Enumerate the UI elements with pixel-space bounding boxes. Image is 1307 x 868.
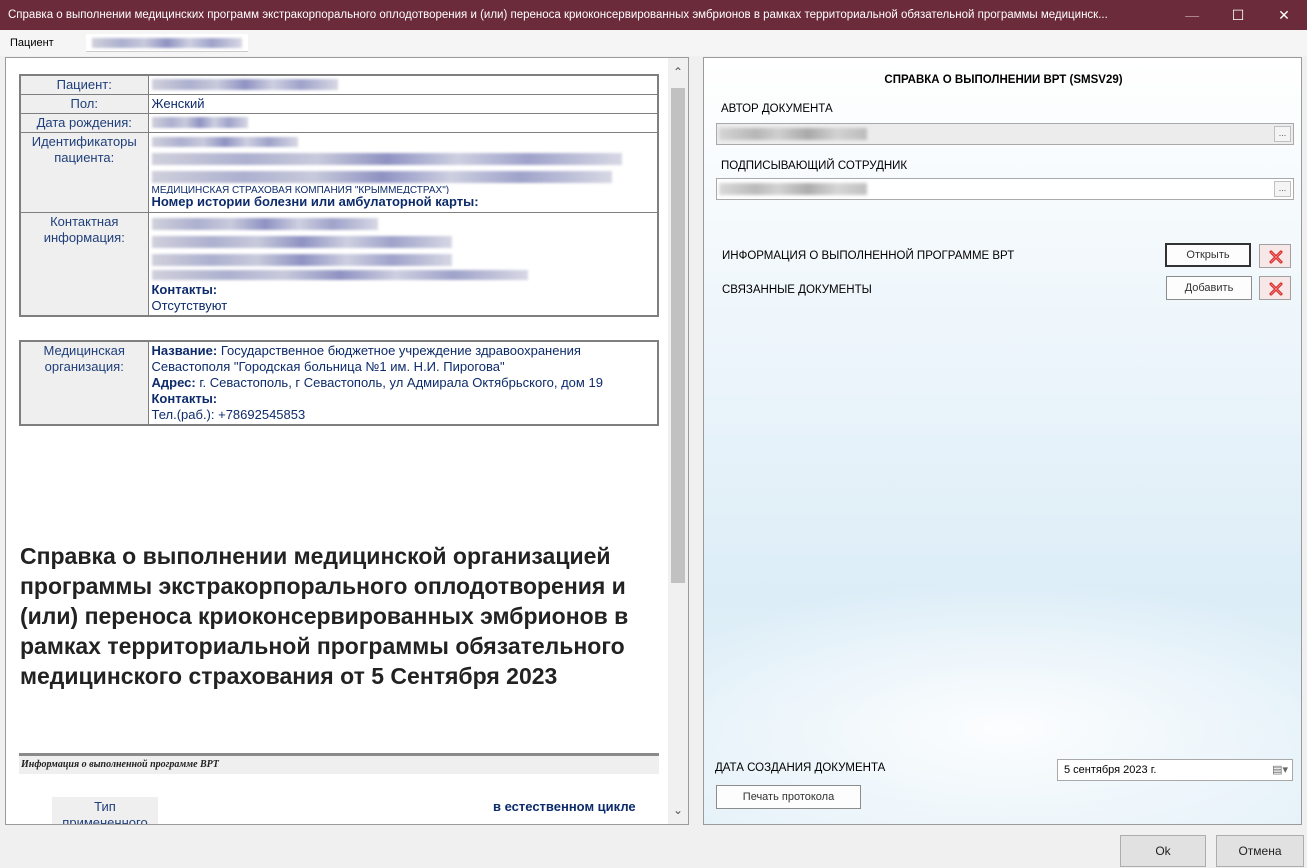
delete-icon [1269, 250, 1283, 264]
scroll-down-icon[interactable]: ⌄ [668, 800, 688, 820]
contacts-label: Контакты: [151, 282, 218, 297]
dob-label: Дата рождения: [19, 113, 149, 133]
window-titlebar: Справка о выполнении медицинских програм… [0, 0, 1307, 30]
art-info-label: ИНФОРМАЦИЯ О ВЫПОЛНЕННОЙ ПРОГРАММЕ ВРТ [722, 250, 1015, 262]
delete-icon [1269, 282, 1283, 296]
patient-tab-row: Пациент [0, 30, 1307, 56]
type-label: Тип примененного [52, 797, 158, 824]
close-icon[interactable]: ✕ [1261, 0, 1307, 30]
section-title: Информация о выполненной программе ВРТ [19, 756, 659, 774]
form-heading: СПРАВКА О ВЫПОЛНЕНИИ ВРТ (SMSV29) [884, 74, 1123, 86]
patient-label: Пациент: [19, 74, 149, 95]
related-docs-label: СВЯЗАННЫЕ ДОКУМЕНТЫ [722, 284, 872, 296]
ids-partial: МЕДИЦИНСКАЯ СТРАХОВАЯ КОМПАНИЯ "КРЫММЕДС… [151, 185, 450, 194]
print-protocol-button[interactable]: Печать протокола [716, 785, 861, 809]
scroll-thumb[interactable] [671, 88, 685, 583]
type-value: в естественном цикле [493, 799, 636, 814]
org-value: Название: Государственное бюджетное учре… [147, 340, 659, 426]
sex-value: Женский [147, 94, 659, 114]
document-title: Справка о выполнении медицинской организ… [20, 543, 629, 689]
contact-info-label: Контактная информация: [19, 212, 149, 317]
date-picker[interactable]: 5 сентября 2023 г. ▤▾ [1057, 759, 1293, 781]
ids-label: Идентификаторы пациента: [19, 132, 149, 213]
maximize-icon[interactable]: ☐ [1215, 0, 1261, 30]
org-name-label: Название: [151, 343, 218, 358]
organization-table: Медицинская организация: Название: Госуд… [19, 340, 659, 426]
org-phone: Тел.(раб.): +78692545853 [151, 407, 306, 422]
patient-name-field[interactable] [86, 34, 248, 52]
signer-label: ПОДПИСЫВАЮЩИЙ СОТРУДНИК [721, 160, 908, 172]
history-label: Номер истории болезни или амбулаторной к… [151, 194, 479, 209]
open-button[interactable]: Открыть [1165, 243, 1251, 267]
contact-info-value: Контакты: Отсутствуют [147, 212, 659, 317]
add-button[interactable]: Добавить [1166, 276, 1252, 300]
dob-value [147, 113, 659, 133]
ok-button[interactable]: Ok [1120, 835, 1206, 867]
signer-ellipsis-button[interactable]: ... [1274, 181, 1291, 197]
scroll-up-icon[interactable]: ⌃ [668, 62, 688, 82]
org-contacts-label: Контакты: [151, 391, 218, 406]
signer-field[interactable]: ... [716, 178, 1294, 200]
date-label: ДАТА СОЗДАНИЯ ДОКУМЕНТА [715, 762, 886, 774]
date-value: 5 сентября 2023 г. [1064, 764, 1157, 776]
org-address-value: г. Севастополь, г Севастополь, ул Адмира… [199, 375, 603, 390]
author-label: АВТОР ДОКУМЕНТА [721, 103, 833, 115]
patient-tab-label: Пациент [10, 37, 54, 49]
window-title: Справка о выполнении медицинских програм… [8, 9, 1108, 21]
org-address-label: Адрес: [151, 375, 196, 390]
author-field[interactable]: ... [716, 123, 1294, 145]
ids-value: МЕДИЦИНСКАЯ СТРАХОВАЯ КОМПАНИЯ "КРЫММЕДС… [147, 132, 659, 213]
sex-label: Пол: [19, 94, 149, 114]
document-preview[interactable]: Пациент: Пол: Женский Дата рождения: Иде… [5, 57, 689, 825]
calendar-icon[interactable]: ▤▾ [1272, 763, 1288, 776]
org-label: Медицинская организация: [19, 340, 149, 426]
author-ellipsis-button[interactable]: ... [1274, 126, 1291, 142]
form-panel: СПРАВКА О ВЫПОЛНЕНИИ ВРТ (SMSV29) АВТОР … [703, 57, 1302, 825]
patient-info-table: Пациент: Пол: Женский Дата рождения: Иде… [19, 74, 659, 317]
document-scrollbar[interactable]: ⌃ ⌄ [668, 58, 688, 824]
contacts-value: Отсутствуют [151, 298, 228, 313]
patient-value [147, 74, 659, 95]
delete-related-button[interactable] [1259, 276, 1291, 300]
delete-art-info-button[interactable] [1259, 244, 1291, 268]
cancel-button[interactable]: Отмена [1216, 835, 1304, 867]
minimize-icon[interactable]: — [1169, 0, 1215, 30]
